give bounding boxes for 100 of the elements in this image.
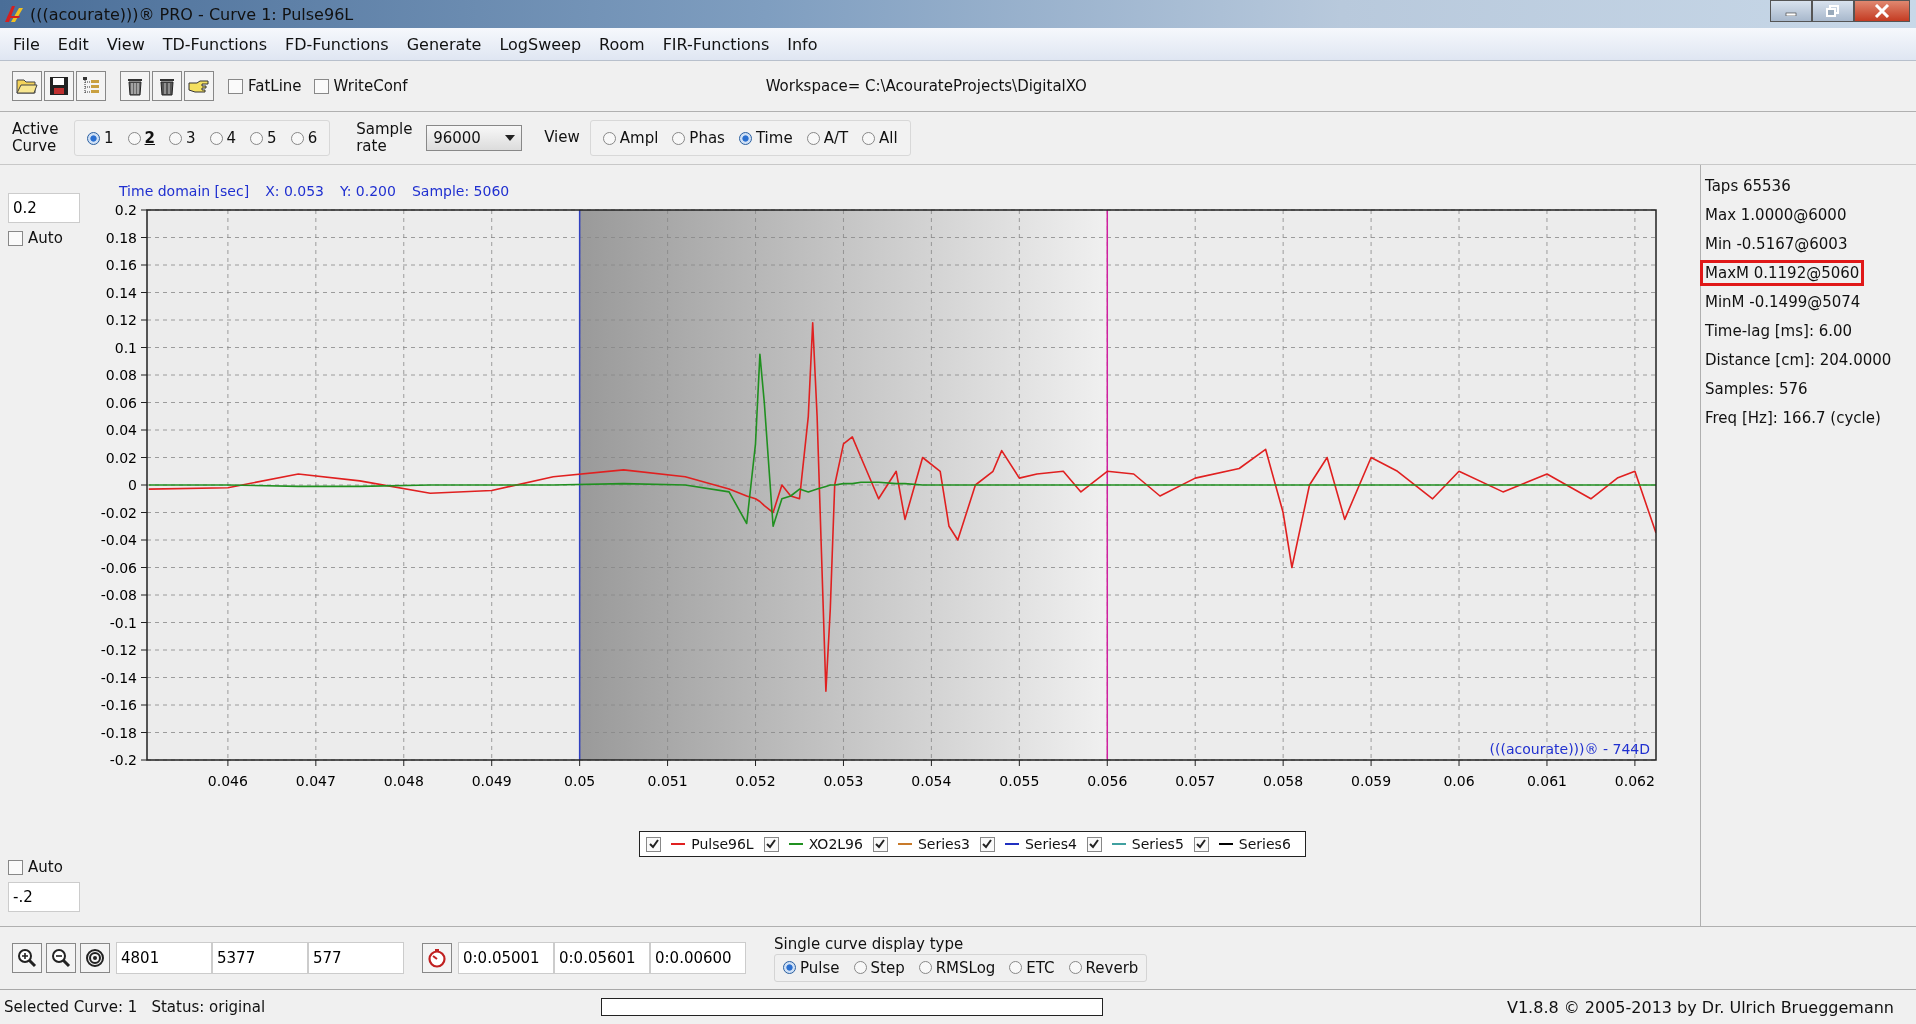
checkbox-box[interactable] xyxy=(646,836,662,852)
active-curve-label: Active Curve xyxy=(12,120,60,156)
menu-item[interactable]: View xyxy=(97,34,154,54)
view-radio[interactable]: A/T xyxy=(806,129,849,147)
checkbox[interactable]: WriteConf xyxy=(313,77,408,95)
checkbox-box[interactable] xyxy=(228,78,243,94)
checkbox[interactable]: FatLine xyxy=(228,77,302,95)
radio-label: ETC xyxy=(1026,958,1055,977)
time-range-field[interactable]: 0:0.05001 xyxy=(458,942,554,974)
sample-range-field[interactable]: 577 xyxy=(308,942,404,974)
zoom-out-button[interactable] xyxy=(46,943,76,973)
display-type-radio[interactable]: ETC xyxy=(1009,958,1055,977)
view-radio[interactable]: Time xyxy=(738,129,793,147)
view-radio[interactable]: Phas xyxy=(672,129,725,147)
checkbox-box[interactable] xyxy=(1193,836,1209,852)
view-radio[interactable]: All xyxy=(862,129,898,147)
display-type-radio[interactable]: Reverb xyxy=(1068,958,1139,977)
zoom-fit-button[interactable] xyxy=(80,943,110,973)
sample-range-field[interactable]: 5377 xyxy=(212,942,308,974)
menu-item[interactable]: FD-Functions xyxy=(276,34,398,54)
display-type-radio[interactable]: Pulse xyxy=(783,958,840,977)
trash-can-icon xyxy=(125,76,145,96)
legend-label: Series5 xyxy=(1131,836,1184,852)
radio-label: Step xyxy=(870,958,905,977)
menu-item[interactable]: Generate xyxy=(397,34,491,54)
check-icon xyxy=(1088,838,1101,850)
radio-button[interactable] xyxy=(250,131,264,145)
radio-button[interactable] xyxy=(169,131,182,145)
checkbox-label: WriteConf xyxy=(333,77,408,95)
y-min-field[interactable]: -.2 xyxy=(8,882,80,912)
menu-item[interactable]: File xyxy=(4,34,49,54)
sample-rate-dropdown[interactable]: 96000 xyxy=(426,125,523,151)
display-type-radio[interactable]: RMSLog xyxy=(918,958,996,977)
view-radio[interactable]: Ampl xyxy=(602,129,659,147)
x-tick-label: 0.047 xyxy=(295,773,336,789)
x-tick-label: 0.05 xyxy=(564,773,596,789)
maximize-button[interactable] xyxy=(1812,0,1854,22)
radio-button[interactable] xyxy=(918,961,932,974)
radio-button[interactable] xyxy=(862,131,876,145)
display-type-radio[interactable]: Step xyxy=(853,958,905,977)
folder-icon xyxy=(16,77,38,95)
minimize-button[interactable] xyxy=(1770,0,1812,22)
delete-all-button[interactable] xyxy=(120,71,150,101)
curve-radio[interactable]: 6 xyxy=(290,129,318,147)
copyright-text: V1.8.8 © 2005-2013 by Dr. Ulrich Brueggemann xyxy=(1507,997,1894,1017)
y-max-field[interactable]: 0.2 xyxy=(8,193,80,223)
auto-checkbox[interactable]: Auto xyxy=(8,229,89,247)
close-button[interactable] xyxy=(1854,0,1910,22)
radio-button[interactable] xyxy=(853,961,867,974)
y-tick-label: 0.02 xyxy=(105,449,137,466)
radio-button[interactable] xyxy=(290,131,304,145)
delete-button[interactable] xyxy=(152,71,182,101)
zoom-in-button[interactable] xyxy=(12,943,42,973)
curve-radio[interactable]: 2 xyxy=(127,129,155,147)
menu-item[interactable]: FIR-Functions xyxy=(653,34,779,54)
curve-radio[interactable]: 4 xyxy=(209,129,237,147)
checkbox-box[interactable] xyxy=(313,78,329,94)
radio-button[interactable] xyxy=(806,131,820,145)
legend-label: XO2L96 xyxy=(808,836,863,852)
y-tick-label: -0.14 xyxy=(100,669,137,686)
y-tick-label: -0.04 xyxy=(100,532,137,548)
checkbox-box[interactable] xyxy=(979,836,995,852)
time-range-field[interactable]: 0:0.05601 xyxy=(554,942,650,974)
y-tick-label: 0.16 xyxy=(105,257,137,273)
menu-item[interactable]: TD-Functions xyxy=(153,34,276,54)
radio-button[interactable] xyxy=(1009,961,1023,974)
hand-button[interactable] xyxy=(184,71,214,101)
save-button[interactable] xyxy=(44,71,74,101)
sample-range-field[interactable]: 4801 xyxy=(116,942,212,974)
radio-button[interactable] xyxy=(1068,961,1082,974)
radio-button[interactable] xyxy=(783,961,796,974)
curve-radio[interactable]: 3 xyxy=(169,129,196,147)
trash-can-icon xyxy=(157,76,177,96)
radio-button[interactable] xyxy=(602,131,616,145)
menu-item[interactable]: Room xyxy=(590,34,654,54)
radio-button[interactable] xyxy=(672,131,686,145)
checkbox-box[interactable] xyxy=(1086,836,1102,852)
checkbox-box[interactable] xyxy=(8,230,23,246)
radio-button[interactable] xyxy=(127,131,141,145)
timer-button[interactable] xyxy=(422,943,452,973)
cursor-readout: X: 0.053 xyxy=(265,183,324,199)
x-tick-label: 0.051 xyxy=(647,773,688,789)
time-range-field[interactable]: 0:0.00600 xyxy=(650,942,746,974)
menu-item[interactable]: LogSweep xyxy=(490,34,591,54)
curve-radio[interactable]: 5 xyxy=(250,129,277,147)
curve-radio[interactable]: 1 xyxy=(87,129,114,147)
open-button[interactable] xyxy=(12,71,42,101)
radio-label: All xyxy=(879,129,898,147)
radio-button[interactable] xyxy=(738,131,752,145)
close-icon xyxy=(1874,4,1890,18)
checkbox-box[interactable] xyxy=(872,836,888,852)
checkbox-box[interactable] xyxy=(8,859,23,875)
auto-checkbox[interactable]: Auto xyxy=(8,858,89,876)
checkbox-box[interactable] xyxy=(763,836,779,852)
check-icon xyxy=(874,838,887,850)
radio-button[interactable] xyxy=(87,131,100,145)
radio-button[interactable] xyxy=(209,131,223,145)
radio-label: Time xyxy=(755,129,793,147)
menu-item[interactable]: Info xyxy=(778,34,827,54)
menu-item[interactable]: Edit xyxy=(48,34,98,54)
